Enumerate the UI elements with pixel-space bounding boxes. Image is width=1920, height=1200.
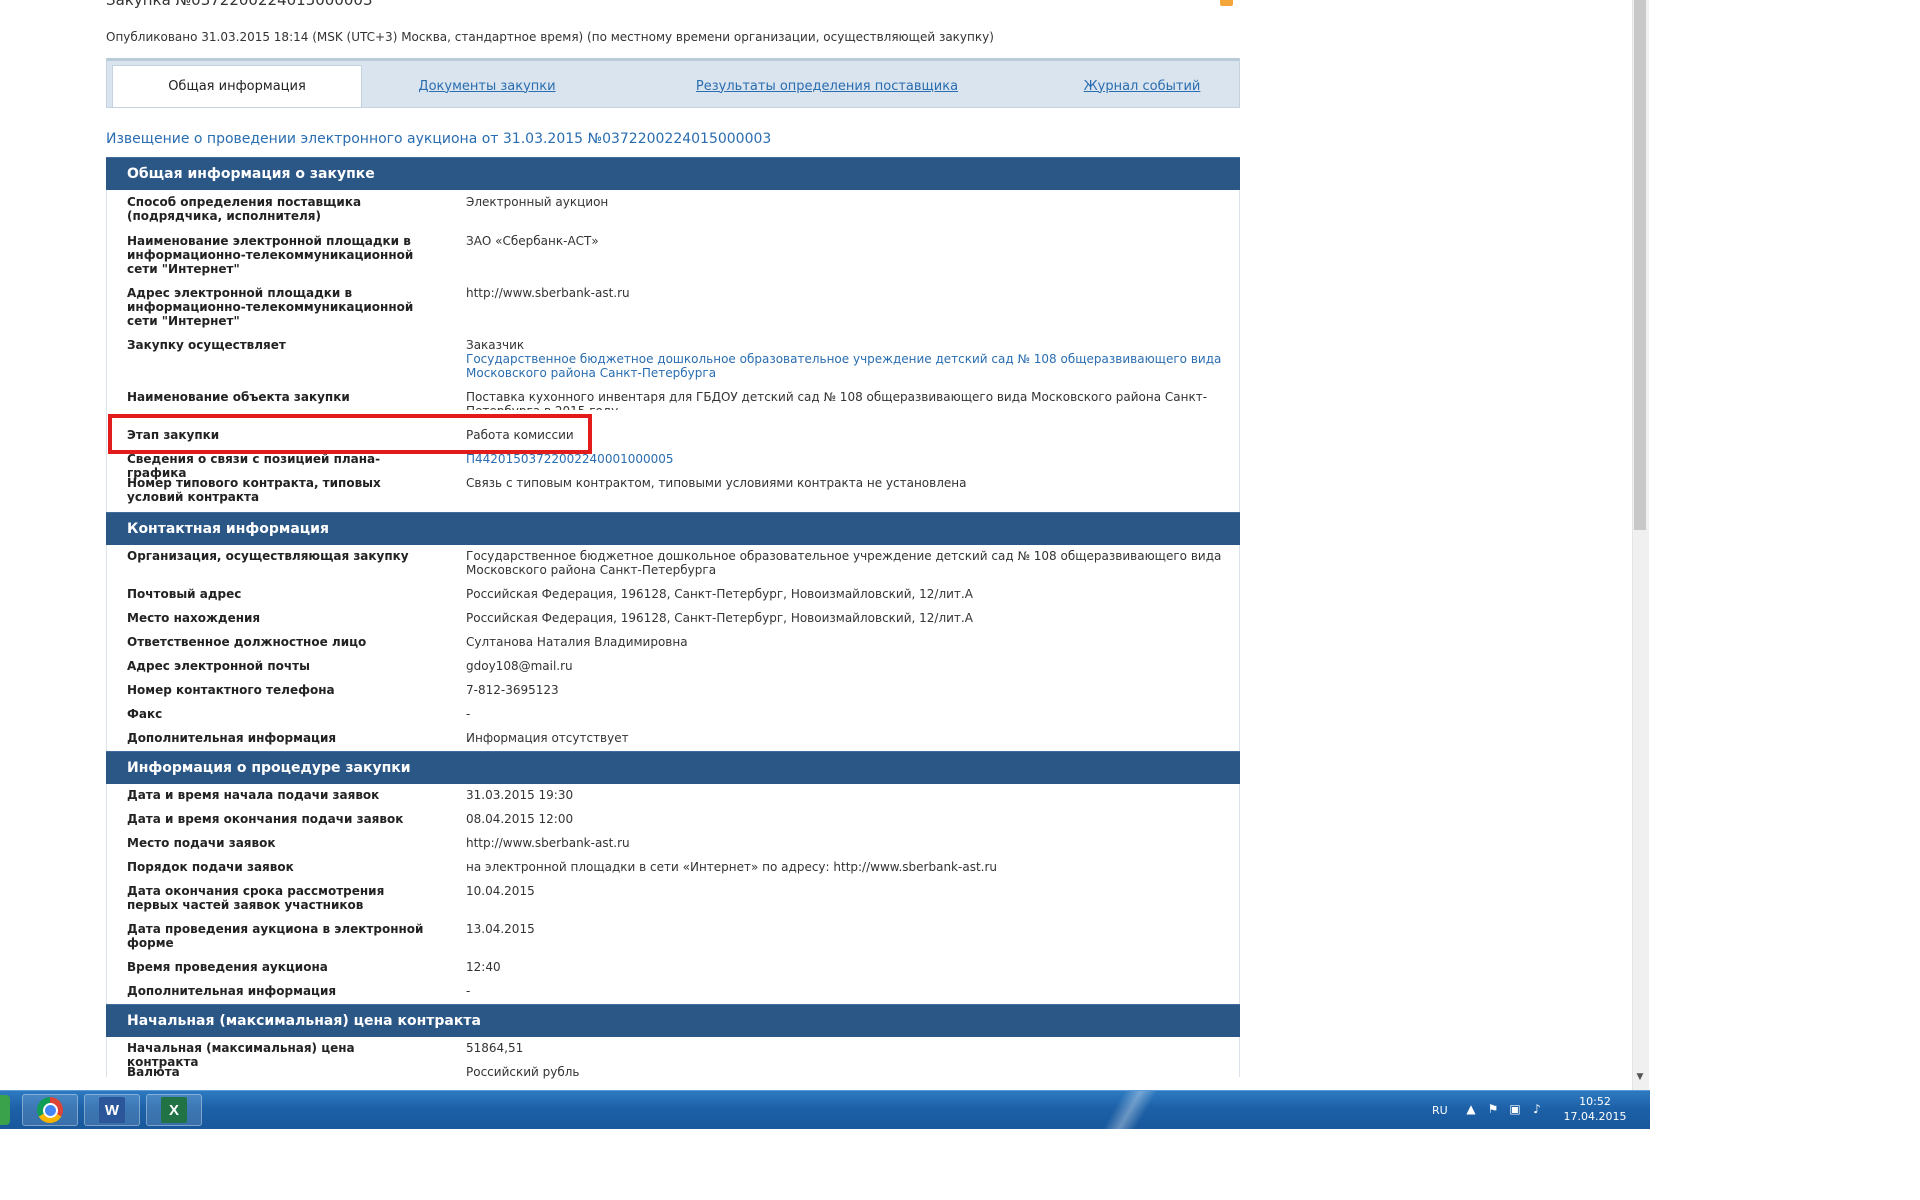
row-value: 12:40: [466, 960, 501, 974]
row-value: Российский рубль: [466, 1065, 580, 1079]
row-value: Султанова Наталия Владимировна: [466, 635, 688, 649]
row-value: 13.04.2015: [466, 922, 535, 936]
row-value: П44201503722002240001000005: [466, 452, 1226, 466]
word-icon: W: [99, 1097, 125, 1123]
scroll-down-arrow-icon[interactable]: ▼: [1634, 1070, 1646, 1084]
section-price-header: Начальная (максимальная) цена контракта: [106, 1004, 1240, 1037]
row-value: на электронной площадки в сети «Интернет…: [466, 860, 997, 874]
section-general-info-header: Общая информация о закупке: [106, 157, 1240, 190]
row-value: Информация отсутствует: [466, 731, 629, 745]
tab-documents[interactable]: Документы закупки: [397, 65, 577, 107]
published-info: Опубликовано 31.03.2015 18:14 (MSK (UTC+…: [106, 30, 994, 44]
tab-event-log[interactable]: Журнал событий: [1067, 65, 1217, 107]
row-label: Дата проведения аукциона в электронной ф…: [127, 922, 424, 950]
taskbar-chrome[interactable]: [22, 1094, 78, 1126]
row-value: Заказчик Государственное бюджетное дошко…: [466, 338, 1226, 380]
tab-supplier-results[interactable]: Результаты определения поставщика: [667, 65, 987, 107]
row-label: Время проведения аукциона: [127, 960, 328, 974]
row-label: Способ определения поставщика (подрядчик…: [127, 195, 362, 223]
volume-icon[interactable]: ♪: [1530, 1101, 1544, 1117]
customer-link[interactable]: Государственное бюджетное дошкольное обр…: [466, 352, 1221, 380]
row-label: Наименование объекта закупки: [127, 390, 350, 404]
row-label: Место подачи заявок: [127, 836, 276, 850]
row-label: Закупку осуществляет: [127, 338, 286, 352]
row-label: Валюта: [127, 1065, 180, 1079]
row-value: http://www.sberbank-ast.ru: [466, 286, 630, 300]
row-value: http://www.sberbank-ast.ru: [466, 836, 630, 850]
row-label: Номер типового контракта, типовых услови…: [127, 476, 381, 504]
rss-icon[interactable]: [1220, 0, 1233, 6]
tab-general-info[interactable]: Общая информация: [112, 65, 362, 107]
row-label: Дата окончания срока рассмотрения первых…: [127, 884, 385, 912]
row-label: Адрес электронной площадки в информацион…: [127, 286, 414, 328]
row-label: Наименование электронной площадки в инфо…: [127, 234, 414, 276]
clock-time: 10:52: [1579, 1095, 1611, 1108]
row-label: Ответственное должностное лицо: [127, 635, 367, 649]
system-clock[interactable]: 10:52 17.04.2015: [1560, 1094, 1630, 1124]
clock-date: 17.04.2015: [1563, 1110, 1627, 1123]
row-label: Место нахождения: [127, 611, 261, 625]
row-value: 10.04.2015: [466, 884, 535, 898]
row-label: Номер контактного телефона: [127, 683, 335, 697]
row-value: 51864,51: [466, 1041, 524, 1055]
taskbar-excel[interactable]: X: [146, 1094, 202, 1126]
scrollbar-thumb[interactable]: [1634, 0, 1646, 530]
row-label: Дополнительная информация: [127, 731, 337, 745]
row-value: Российская Федерация, 196128, Санкт-Пете…: [466, 587, 973, 601]
show-hidden-icons-icon[interactable]: ▲: [1464, 1101, 1478, 1117]
row-value: Связь с типовым контрактом, типовыми усл…: [466, 476, 967, 490]
language-indicator[interactable]: RU: [1432, 1091, 1448, 1129]
network-icon[interactable]: ▣: [1508, 1101, 1522, 1117]
row-value: Государственное бюджетное дошкольное обр…: [466, 549, 1222, 577]
row-label: Факс: [127, 707, 163, 721]
row-value: Электронный аукцион: [466, 195, 609, 209]
taskbar-word[interactable]: W: [84, 1094, 140, 1126]
windows-taskbar: W X RU ▲ ⚑ ▣ ♪ 10:52 17.04.2015: [0, 1090, 1650, 1129]
chrome-icon: [37, 1097, 63, 1123]
section-procedure-info-header: Информация о процедуре закупки: [106, 751, 1240, 784]
section-contact-info-header: Контактная информация: [106, 512, 1240, 545]
row-value: Поставка кухонного инвентаря для ГБДОУ д…: [466, 390, 1208, 410]
row-value: gdoy108@mail.ru: [466, 659, 573, 673]
action-center-flag-icon[interactable]: ⚑: [1486, 1101, 1500, 1117]
customer-role: Заказчик: [466, 338, 525, 352]
row-label: Порядок подачи заявок: [127, 860, 294, 874]
row-value: 31.03.2015 19:30: [466, 788, 574, 802]
row-value: 7-812-3695123: [466, 683, 559, 697]
start-button[interactable]: [0, 1095, 10, 1125]
tab-bar: Общая информация Документы закупки Резул…: [106, 58, 1240, 108]
row-label: Дополнительная информация: [127, 984, 337, 998]
row-label: Организация, осуществляющая закупку: [127, 549, 409, 563]
browser-page: Закупка №0372200224015000003 Опубликован…: [0, 0, 1640, 1090]
row-value: -: [466, 984, 471, 998]
row-value: -: [466, 707, 471, 721]
row-value: 08.04.2015 12:00: [466, 812, 574, 826]
row-label: Почтовый адрес: [127, 587, 242, 601]
excel-icon: X: [161, 1097, 187, 1123]
row-value: Российская Федерация, 196128, Санкт-Пете…: [466, 611, 973, 625]
page-title: Закупка №0372200224015000003: [106, 0, 373, 9]
plan-position-link[interactable]: П44201503722002240001000005: [466, 452, 674, 466]
stage-highlight-box: [108, 414, 592, 454]
row-label: Дата и время окончания подачи заявок: [127, 812, 404, 826]
row-value: ЗАО «Сбербанк-АСТ»: [466, 234, 599, 248]
row-label: Дата и время начала подачи заявок: [127, 788, 380, 802]
row-label: Адрес электронной почты: [127, 659, 310, 673]
notice-link[interactable]: Извещение о проведении электронного аукц…: [106, 131, 771, 147]
